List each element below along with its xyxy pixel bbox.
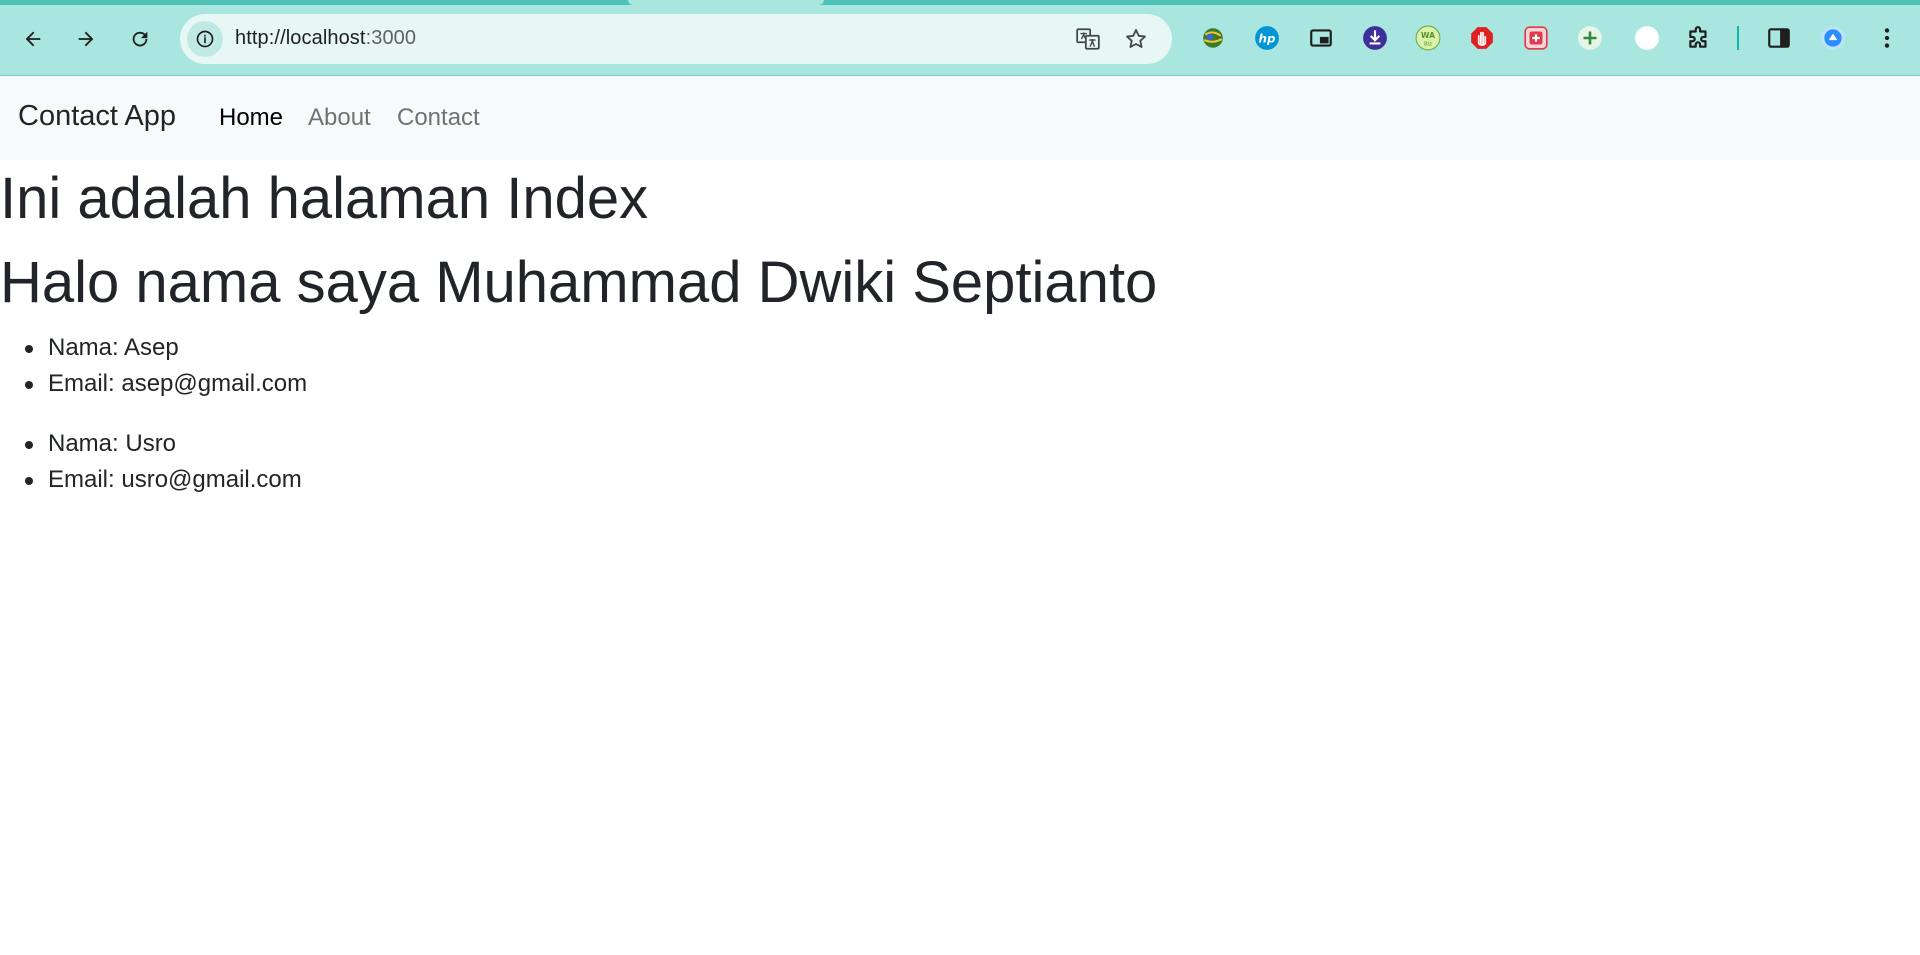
download-extension-icon: [1363, 26, 1387, 50]
side-panel-icon: [1768, 28, 1790, 48]
extensions-puzzle-icon: [1689, 26, 1707, 48]
address-bar[interactable]: http://localhost:3000: [180, 14, 1172, 64]
hp-extension-icon: hp: [1255, 26, 1279, 50]
browser-toolbar: http://localhost:3000 hp WA Blz: [0, 0, 1920, 76]
globe-extension-icon: [1203, 28, 1223, 48]
svg-text:WA: WA: [1421, 31, 1435, 40]
url-host: http://localhost: [235, 27, 366, 49]
greeting-heading: Halo nama saya Muhammad Dwiki Septianto: [0, 250, 1158, 315]
contact-email: Email: usro@gmail.com: [25, 462, 302, 498]
forward-icon: [78, 31, 94, 47]
toolbar-separator: [1737, 26, 1739, 50]
contact-name: Nama: Usro: [25, 426, 302, 462]
more-menu-icon: [1884, 28, 1890, 48]
bookmark-button[interactable]: [1122, 25, 1150, 53]
nav-link-about[interactable]: About: [308, 104, 371, 132]
contact-email: Email: asep@gmail.com: [24, 366, 307, 402]
picture-in-picture-icon: [1310, 29, 1332, 47]
contact-name: Nama: Asep: [24, 330, 307, 366]
wa-blaster-extension-icon: WA Blz: [1415, 25, 1441, 51]
tab-strip: [0, 0, 1920, 5]
account-avatar-button[interactable]: [1818, 23, 1848, 53]
translate-button[interactable]: [1074, 25, 1102, 53]
red-plus-extension-button[interactable]: [1521, 23, 1551, 53]
translate-icon: [1076, 28, 1100, 50]
red-plus-extension-icon: [1524, 26, 1548, 50]
green-plus-extension-button[interactable]: [1575, 23, 1605, 53]
more-menu-button[interactable]: [1872, 23, 1902, 53]
site-info-icon: [196, 30, 214, 48]
back-icon: [25, 31, 41, 47]
contact-list-asep: Nama: Asep Email: asep@gmail.com: [24, 330, 307, 402]
reload-button[interactable]: [121, 20, 159, 58]
page-title: Ini adalah halaman Index: [0, 166, 649, 231]
url-text[interactable]: http://localhost:3000: [235, 27, 416, 50]
green-plus-extension-icon: [1578, 26, 1602, 50]
stop-hand-extension-button[interactable]: [1467, 23, 1497, 53]
hp-extension-button[interactable]: hp: [1252, 23, 1282, 53]
nav-link-home[interactable]: Home: [219, 104, 283, 132]
download-extension-button[interactable]: [1360, 23, 1390, 53]
picture-in-picture-button[interactable]: [1306, 23, 1336, 53]
blue-avatar-icon: [1821, 26, 1845, 50]
contact-list-usro: Nama: Usro Email: usro@gmail.com: [25, 426, 302, 498]
back-button[interactable]: [14, 20, 52, 58]
reload-icon: [132, 31, 148, 47]
stop-hand-extension-icon: [1471, 27, 1493, 49]
bookmark-star-icon: [1126, 29, 1146, 48]
svg-text:Blz: Blz: [1424, 42, 1432, 48]
globe-extension-button[interactable]: [1198, 23, 1228, 53]
site-info-button[interactable]: [187, 21, 223, 57]
forward-button[interactable]: [67, 20, 105, 58]
navbar-brand[interactable]: Contact App: [18, 100, 176, 133]
profile-circle-icon: [1635, 26, 1659, 50]
side-panel-button[interactable]: [1764, 23, 1794, 53]
url-port: :3000: [365, 27, 417, 49]
active-tab[interactable]: [628, 0, 824, 5]
extensions-button[interactable]: [1684, 23, 1714, 53]
svg-text:hp: hp: [1259, 31, 1276, 45]
profile-circle-button[interactable]: [1629, 20, 1665, 56]
wa-blaster-extension-button[interactable]: WA Blz: [1413, 23, 1443, 53]
page-navbar: Contact App Home About Contact: [0, 76, 1920, 160]
nav-link-contact[interactable]: Contact: [397, 104, 480, 132]
